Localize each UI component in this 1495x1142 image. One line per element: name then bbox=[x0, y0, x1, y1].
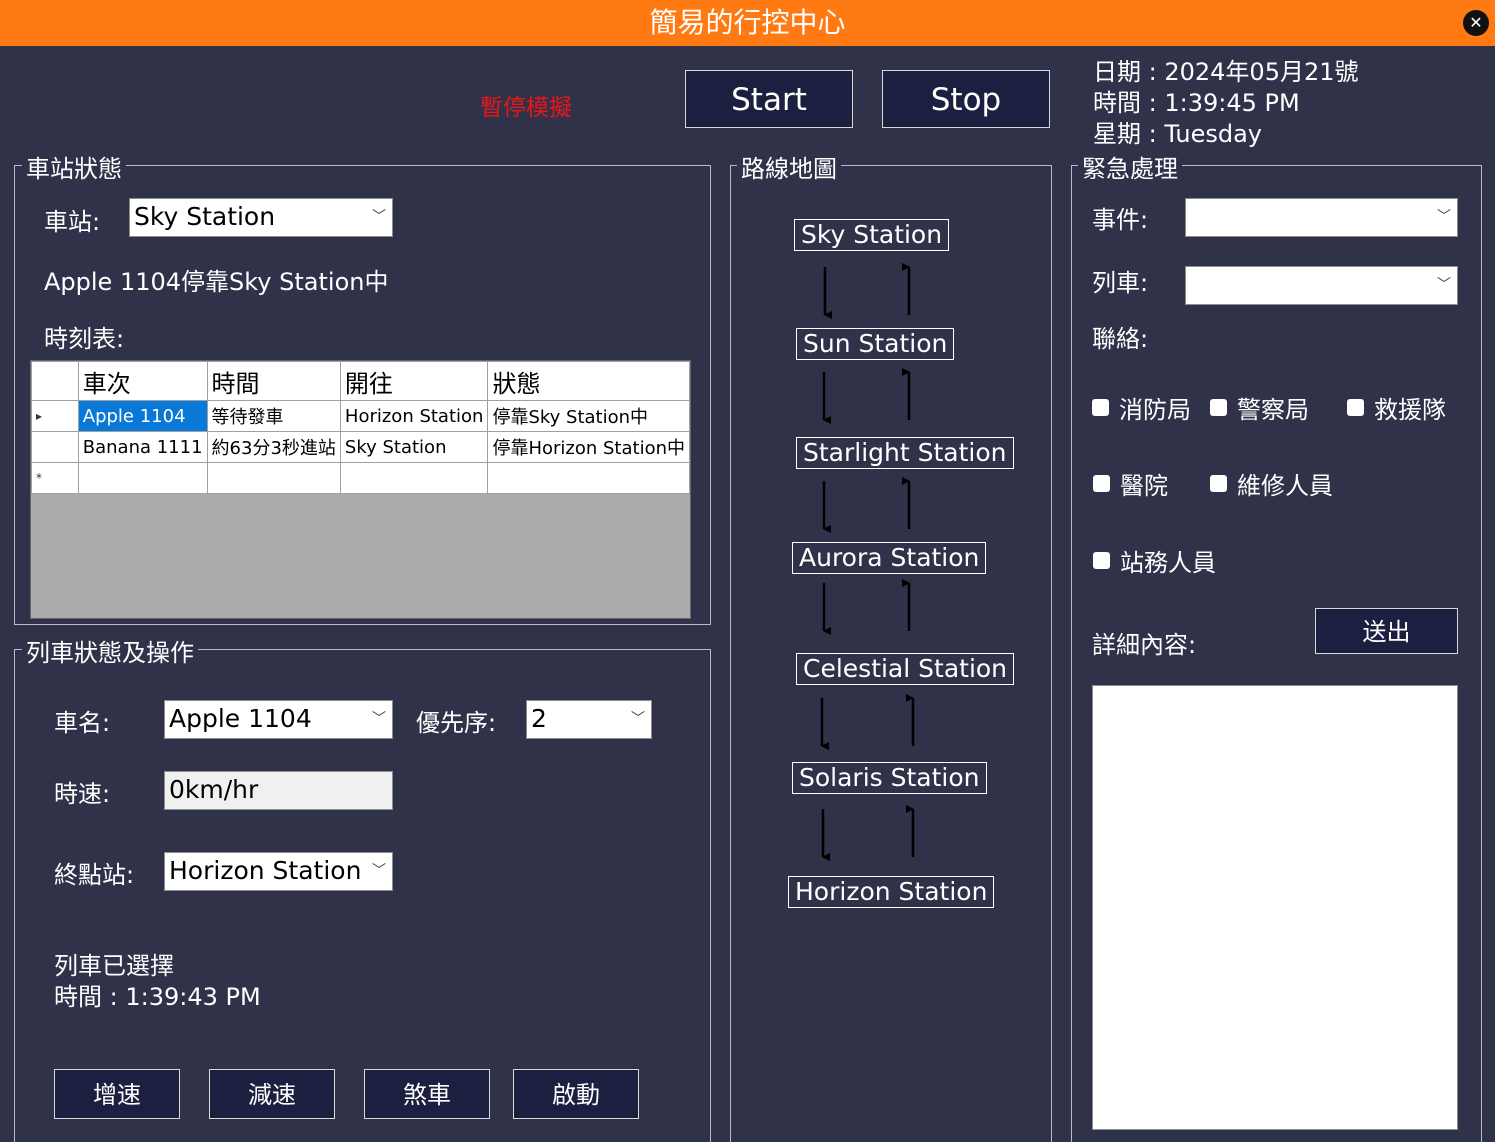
emergency-title: 緊急處理 bbox=[1078, 149, 1182, 184]
column-header-time[interactable]: 時間 bbox=[206, 361, 341, 401]
pause-simulation-label[interactable]: 暫停模擬 bbox=[480, 88, 572, 122]
station-select[interactable]: Sky Station ﹀ bbox=[129, 198, 393, 237]
chevron-down-icon: ﹀ bbox=[1437, 209, 1451, 225]
table-cell[interactable]: 停靠Horizon Station中 bbox=[487, 431, 690, 463]
chevron-down-icon: ﹀ bbox=[372, 711, 386, 727]
train-selected-time: 時間 : 1:39:43 PM bbox=[54, 983, 261, 1011]
checkbox-icon bbox=[1093, 552, 1110, 569]
train-status-title: 列車狀態及操作 bbox=[22, 633, 198, 668]
chevron-down-icon: ﹀ bbox=[372, 863, 386, 879]
route-map-title: 路線地圖 bbox=[737, 149, 841, 184]
contact-fire-label: 消防局 bbox=[1119, 396, 1191, 424]
event-select[interactable]: ﹀ bbox=[1185, 198, 1458, 237]
train-name-value: Apple 1104 bbox=[169, 704, 312, 733]
table-cell[interactable]: Apple 1104 bbox=[77, 400, 208, 432]
contact-police-label: 警察局 bbox=[1237, 396, 1309, 424]
detail-label: 詳細內容: bbox=[1092, 631, 1197, 659]
priority-value: 2 bbox=[531, 704, 547, 733]
station-status-title: 車站狀態 bbox=[22, 149, 126, 184]
train-name-select[interactable]: Apple 1104 ﹀ bbox=[164, 700, 393, 739]
chevron-down-icon: ﹀ bbox=[631, 711, 645, 727]
contact-rescue-checkbox[interactable]: 救援隊 bbox=[1347, 390, 1446, 425]
priority-select[interactable]: 2 ﹀ bbox=[526, 700, 652, 739]
column-header-destination[interactable]: 開往 bbox=[339, 361, 489, 401]
table-row[interactable]: ▸ Apple 1104 等待發車 Horizon Station 停靠Sky … bbox=[31, 400, 690, 432]
close-icon[interactable]: ✕ bbox=[1463, 10, 1489, 36]
timetable-grid[interactable]: 車次 時間 開往 狀態 ▸ Apple 1104 等待發車 Horizon St… bbox=[30, 360, 691, 619]
table-cell[interactable] bbox=[487, 462, 690, 494]
table-cell[interactable] bbox=[77, 462, 208, 494]
contact-station-staff-label: 站務人員 bbox=[1120, 549, 1216, 577]
event-label: 事件: bbox=[1092, 206, 1149, 234]
brake-button[interactable]: 煞車 bbox=[364, 1069, 490, 1119]
date-text: 日期 : 2024年05月21號 bbox=[1093, 58, 1359, 86]
send-button[interactable]: 送出 bbox=[1315, 608, 1458, 654]
emergency-train-select[interactable]: ﹀ bbox=[1185, 266, 1458, 305]
contact-maintenance-label: 維修人員 bbox=[1237, 472, 1333, 500]
table-cell[interactable] bbox=[206, 462, 341, 494]
stop-button[interactable]: Stop bbox=[882, 70, 1050, 128]
terminal-select[interactable]: Horizon Station ﹀ bbox=[164, 852, 393, 891]
train-name-label: 車名: bbox=[54, 709, 111, 737]
table-cell[interactable]: Horizon Station bbox=[339, 400, 489, 432]
contact-fire-checkbox[interactable]: 消防局 bbox=[1092, 390, 1191, 425]
terminal-label: 終點站: bbox=[54, 861, 135, 889]
route-station-sky: Sky Station bbox=[794, 219, 950, 251]
time-text: 時間 : 1:39:45 PM bbox=[1093, 89, 1300, 117]
contact-hospital-label: 醫院 bbox=[1120, 472, 1168, 500]
route-arrows bbox=[820, 263, 915, 861]
speed-label: 時速: bbox=[54, 780, 111, 808]
station-status-text: Apple 1104停靠Sky Station中 bbox=[44, 268, 389, 296]
row-header bbox=[31, 431, 79, 463]
row-header-corner bbox=[31, 361, 79, 401]
start-train-button[interactable]: 啟動 bbox=[513, 1069, 639, 1119]
checkbox-icon bbox=[1210, 399, 1227, 416]
table-row[interactable]: Banana 1111 約63分3秒進站 Sky Station 停靠Horiz… bbox=[31, 431, 690, 463]
terminal-value: Horizon Station bbox=[169, 856, 362, 885]
start-button[interactable]: Start bbox=[685, 70, 853, 128]
contact-label: 聯絡: bbox=[1092, 325, 1149, 353]
table-new-row[interactable]: * bbox=[31, 462, 690, 494]
checkbox-icon bbox=[1093, 475, 1110, 492]
row-pointer-icon: ▸ bbox=[31, 400, 79, 432]
window-title: 簡易的行控中心 bbox=[649, 6, 846, 39]
contact-rescue-label: 救援隊 bbox=[1374, 396, 1446, 424]
weekday-text: 星期 : Tuesday bbox=[1093, 120, 1262, 148]
contact-hospital-checkbox[interactable]: 醫院 bbox=[1093, 466, 1168, 501]
contact-maintenance-checkbox[interactable]: 維修人員 bbox=[1210, 466, 1333, 501]
column-header-status[interactable]: 狀態 bbox=[487, 361, 690, 401]
new-row-marker: * bbox=[31, 462, 79, 494]
station-label: 車站: bbox=[44, 208, 101, 236]
accelerate-button[interactable]: 增速 bbox=[54, 1069, 180, 1119]
chevron-down-icon: ﹀ bbox=[372, 209, 386, 225]
detail-textarea[interactable] bbox=[1092, 685, 1458, 1130]
speed-field: 0km/hr bbox=[164, 771, 393, 810]
checkbox-icon bbox=[1347, 399, 1364, 416]
chevron-down-icon: ﹀ bbox=[1437, 277, 1451, 293]
priority-label: 優先序: bbox=[416, 709, 497, 737]
contact-station-staff-checkbox[interactable]: 站務人員 bbox=[1093, 543, 1216, 578]
station-select-value: Sky Station bbox=[134, 202, 276, 231]
table-cell[interactable]: 等待發車 bbox=[206, 400, 341, 432]
column-header-train[interactable]: 車次 bbox=[77, 361, 208, 401]
contact-police-checkbox[interactable]: 警察局 bbox=[1210, 390, 1309, 425]
decelerate-button[interactable]: 減速 bbox=[209, 1069, 335, 1119]
train-selected-text: 列車已選擇 bbox=[54, 952, 174, 980]
table-cell[interactable]: 停靠Sky Station中 bbox=[487, 400, 690, 432]
route-station-horizon: Horizon Station bbox=[788, 876, 995, 908]
table-cell[interactable] bbox=[339, 462, 489, 494]
emergency-train-label: 列車: bbox=[1092, 269, 1149, 297]
timetable-label: 時刻表: bbox=[44, 325, 125, 353]
checkbox-icon bbox=[1210, 475, 1227, 492]
table-header-row: 車次 時間 開往 狀態 bbox=[31, 361, 690, 401]
table-cell[interactable]: Banana 1111 bbox=[77, 431, 208, 463]
table-cell[interactable]: 約63分3秒進站 bbox=[206, 431, 341, 463]
checkbox-icon bbox=[1092, 399, 1109, 416]
table-cell[interactable]: Sky Station bbox=[339, 431, 489, 463]
